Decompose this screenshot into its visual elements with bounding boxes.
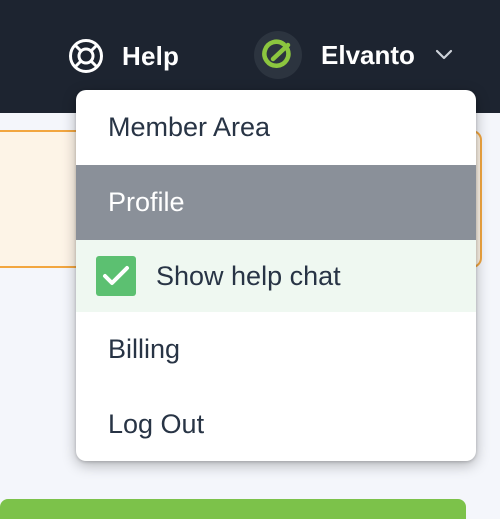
- menu-item-show-help-chat[interactable]: Show help chat: [76, 240, 476, 312]
- chevron-down-icon: [435, 49, 453, 61]
- help-chat-checkbox[interactable]: [96, 256, 136, 296]
- menu-item-label: Member Area: [108, 112, 271, 142]
- menu-item-label: Billing: [108, 334, 181, 364]
- menu-item-label: Log Out: [108, 408, 205, 439]
- lifebuoy-icon: [68, 38, 104, 74]
- account-dropdown-menu: Member Area Profile Show help chat Billi…: [76, 90, 476, 461]
- menu-item-billing[interactable]: Billing: [76, 312, 476, 387]
- account-menu-toggle[interactable]: Elvanto: [254, 30, 453, 80]
- checkmark-icon: [103, 266, 129, 285]
- menu-item-log-out[interactable]: Log Out: [76, 387, 476, 461]
- help-link[interactable]: Help: [68, 36, 179, 76]
- menu-item-label: Profile: [108, 187, 185, 217]
- elvanto-logo-icon: [254, 31, 302, 79]
- menu-item-member-area[interactable]: Member Area: [76, 90, 476, 165]
- help-label: Help: [122, 40, 180, 71]
- org-name: Elvanto: [321, 39, 415, 70]
- menu-item-profile[interactable]: Profile: [76, 165, 476, 240]
- green-banner: [0, 499, 466, 519]
- menu-item-label: Show help chat: [156, 260, 341, 291]
